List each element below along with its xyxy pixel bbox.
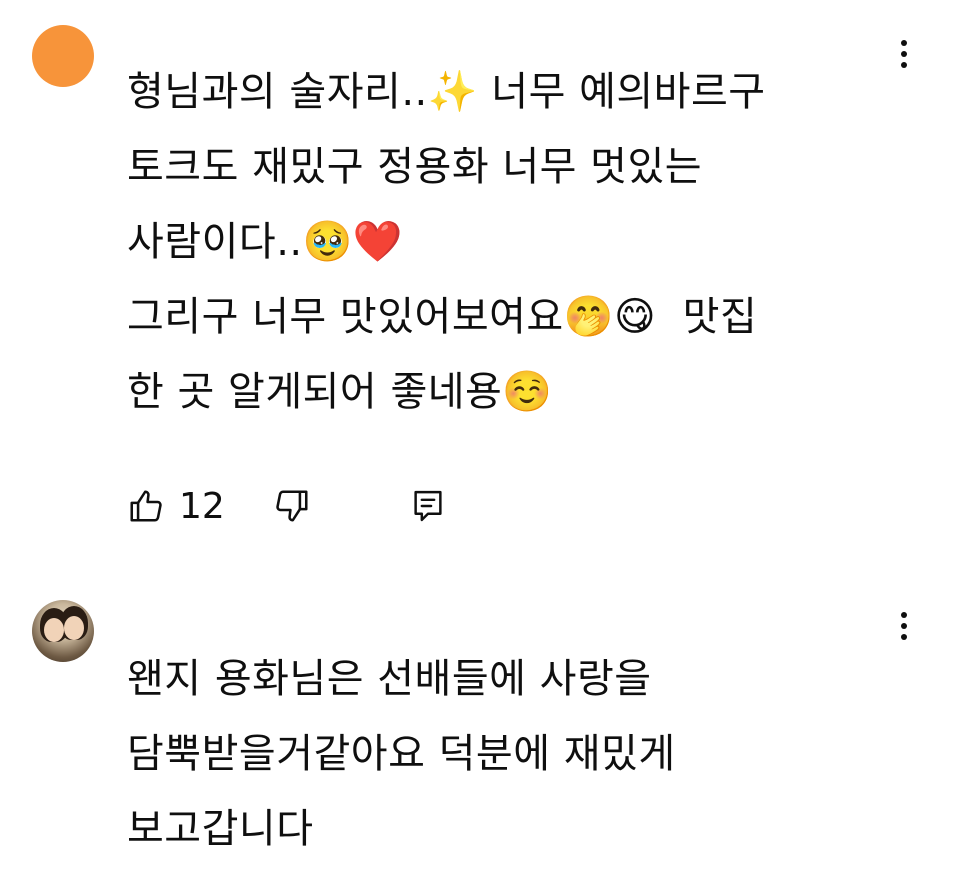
like-count: 12	[179, 485, 225, 527]
avatar-photo-detail	[64, 616, 84, 640]
kebab-dot	[901, 623, 907, 629]
comment-item: 형님과의 술자리..✨ 너무 예의바르구 토크도 재밌구 정용화 너무 멋있는 …	[0, 0, 968, 560]
comment-text: 왠지 용화님은 선배들에 사랑을 담뿍받을거같아요 덕분에 재밌게 보고갑니다	[127, 656, 676, 852]
comment-item: 왠지 용화님은 선배들에 사랑을 담뿍받을거같아요 덕분에 재밌게 보고갑니다	[0, 596, 968, 884]
avatar-photo-detail	[44, 618, 64, 642]
comment-text: 형님과의 술자리..✨ 너무 예의바르구 토크도 재밌구 정용화 너무 멋있는 …	[127, 69, 766, 415]
more-vert-icon[interactable]	[892, 36, 916, 72]
kebab-dot	[901, 62, 907, 68]
more-vert-icon[interactable]	[892, 608, 916, 644]
kebab-dot	[901, 634, 907, 640]
thumb-up-icon[interactable]	[127, 487, 165, 525]
reply-icon[interactable]	[411, 487, 445, 525]
comment-actions: 12	[127, 482, 445, 530]
avatar[interactable]	[32, 600, 94, 662]
kebab-dot	[901, 51, 907, 57]
avatar[interactable]	[32, 25, 94, 87]
kebab-dot	[901, 40, 907, 46]
kebab-dot	[901, 612, 907, 618]
thumb-down-icon[interactable]	[273, 487, 311, 525]
